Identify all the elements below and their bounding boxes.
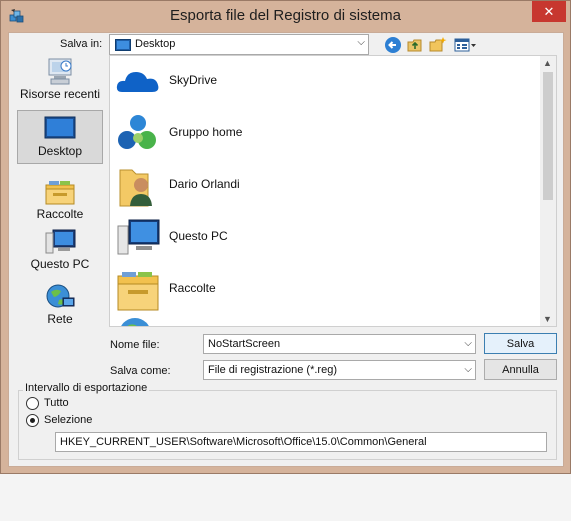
place-this-pc[interactable]: Questo PC [17,227,103,277]
file-label: Dario Orlandi [169,177,240,191]
list-item-user-folder[interactable]: Dario Orlandi [110,160,540,212]
file-list[interactable]: SkyDrive Gruppo home Dario Orlandi Quest… [109,55,557,327]
this-pc-icon [45,229,76,254]
export-dialog-window: Esporta file del Registro di sistema ✕ S… [0,0,571,474]
up-folder-icon[interactable] [406,36,424,54]
save-in-dropdown[interactable]: Desktop ⌵ [109,34,369,55]
export-range-label: Intervallo di esportazione [23,382,150,394]
filetype-label: Salva come: [110,365,171,377]
filename-input[interactable]: NoStartScreen ⌵ [203,334,476,354]
list-item-libraries[interactable]: Raccolte [110,264,540,316]
file-label: SkyDrive [169,73,218,87]
place-label: Risorse recenti [19,87,101,101]
title-bar[interactable]: Esporta file del Registro di sistema ✕ [1,1,570,33]
file-list-scrollbar[interactable]: ▲ ▼ [540,56,556,326]
scroll-down-icon[interactable]: ▼ [543,314,552,324]
back-arrow-icon[interactable] [384,36,402,54]
libraries-icon [45,181,75,205]
skydrive-cloud-icon [116,72,159,92]
radio-all-label[interactable]: Tutto [44,397,69,409]
computer-icon [117,219,160,255]
close-button[interactable]: ✕ [532,1,566,22]
save-in-label: Salva in: [60,38,103,50]
chevron-down-icon: ⌵ [464,364,472,375]
filename-value: NoStartScreen [208,338,281,350]
file-label: Gruppo home [169,125,243,139]
selected-branch-value: HKEY_CURRENT_USER\Software\Microsoft\Off… [60,436,427,448]
desktop-icon [44,116,76,139]
save-button[interactable]: Salva [484,333,557,354]
recent-places-icon [48,58,72,85]
file-label: Raccolte [169,281,216,295]
filename-label: Nome file: [110,339,160,351]
list-item-skydrive[interactable]: SkyDrive [110,56,540,108]
network-icon [46,284,75,308]
cancel-button[interactable]: Annulla [484,359,557,380]
radio-selected-dot [30,418,35,423]
save-in-value: Desktop [135,38,176,50]
place-network[interactable]: Rete [17,282,103,336]
radio-selection-label[interactable]: Selezione [44,414,92,426]
chevron-down-icon: ⌵ [357,37,365,48]
place-label: Rete [47,312,73,326]
globe-partial-icon [121,318,149,326]
filetype-select[interactable]: File di registrazione (*.reg) ⌵ [203,360,476,380]
filetype-value: File di registrazione (*.reg) [208,364,337,376]
scrollbar-thumb[interactable] [543,72,553,200]
chevron-down-icon[interactable]: ⌵ [464,338,472,349]
places-bar: Risorse recenti Desktop Raccolte Questo … [17,55,103,355]
homegroup-icon [118,115,156,149]
place-libraries[interactable]: Raccolte [17,175,103,231]
scroll-up-icon[interactable]: ▲ [543,58,552,68]
list-item-this-pc[interactable]: Questo PC [110,212,540,264]
list-item-homegroup[interactable]: Gruppo home [110,108,540,160]
place-label: Raccolte [36,207,84,221]
place-label: Questo PC [30,257,90,271]
window-title: Esporta file del Registro di sistema [170,7,401,24]
place-recent[interactable]: Risorse recenti [17,55,103,111]
radio-selection[interactable] [26,414,39,427]
desktop-small-icon [115,39,131,51]
place-desktop[interactable]: Desktop [17,110,103,164]
user-folder-icon [119,169,152,207]
selected-branch-input[interactable]: HKEY_CURRENT_USER\Software\Microsoft\Off… [55,432,547,452]
libraries-folder-icon [117,272,159,311]
file-label: Questo PC [169,229,228,243]
place-label: Desktop [37,144,83,158]
radio-all[interactable] [26,397,39,410]
dialog-client-area: Salva in: Desktop ⌵ Risorse recenti Desk… [8,32,564,467]
new-folder-icon[interactable] [429,36,447,54]
view-menu-icon[interactable] [454,36,478,54]
